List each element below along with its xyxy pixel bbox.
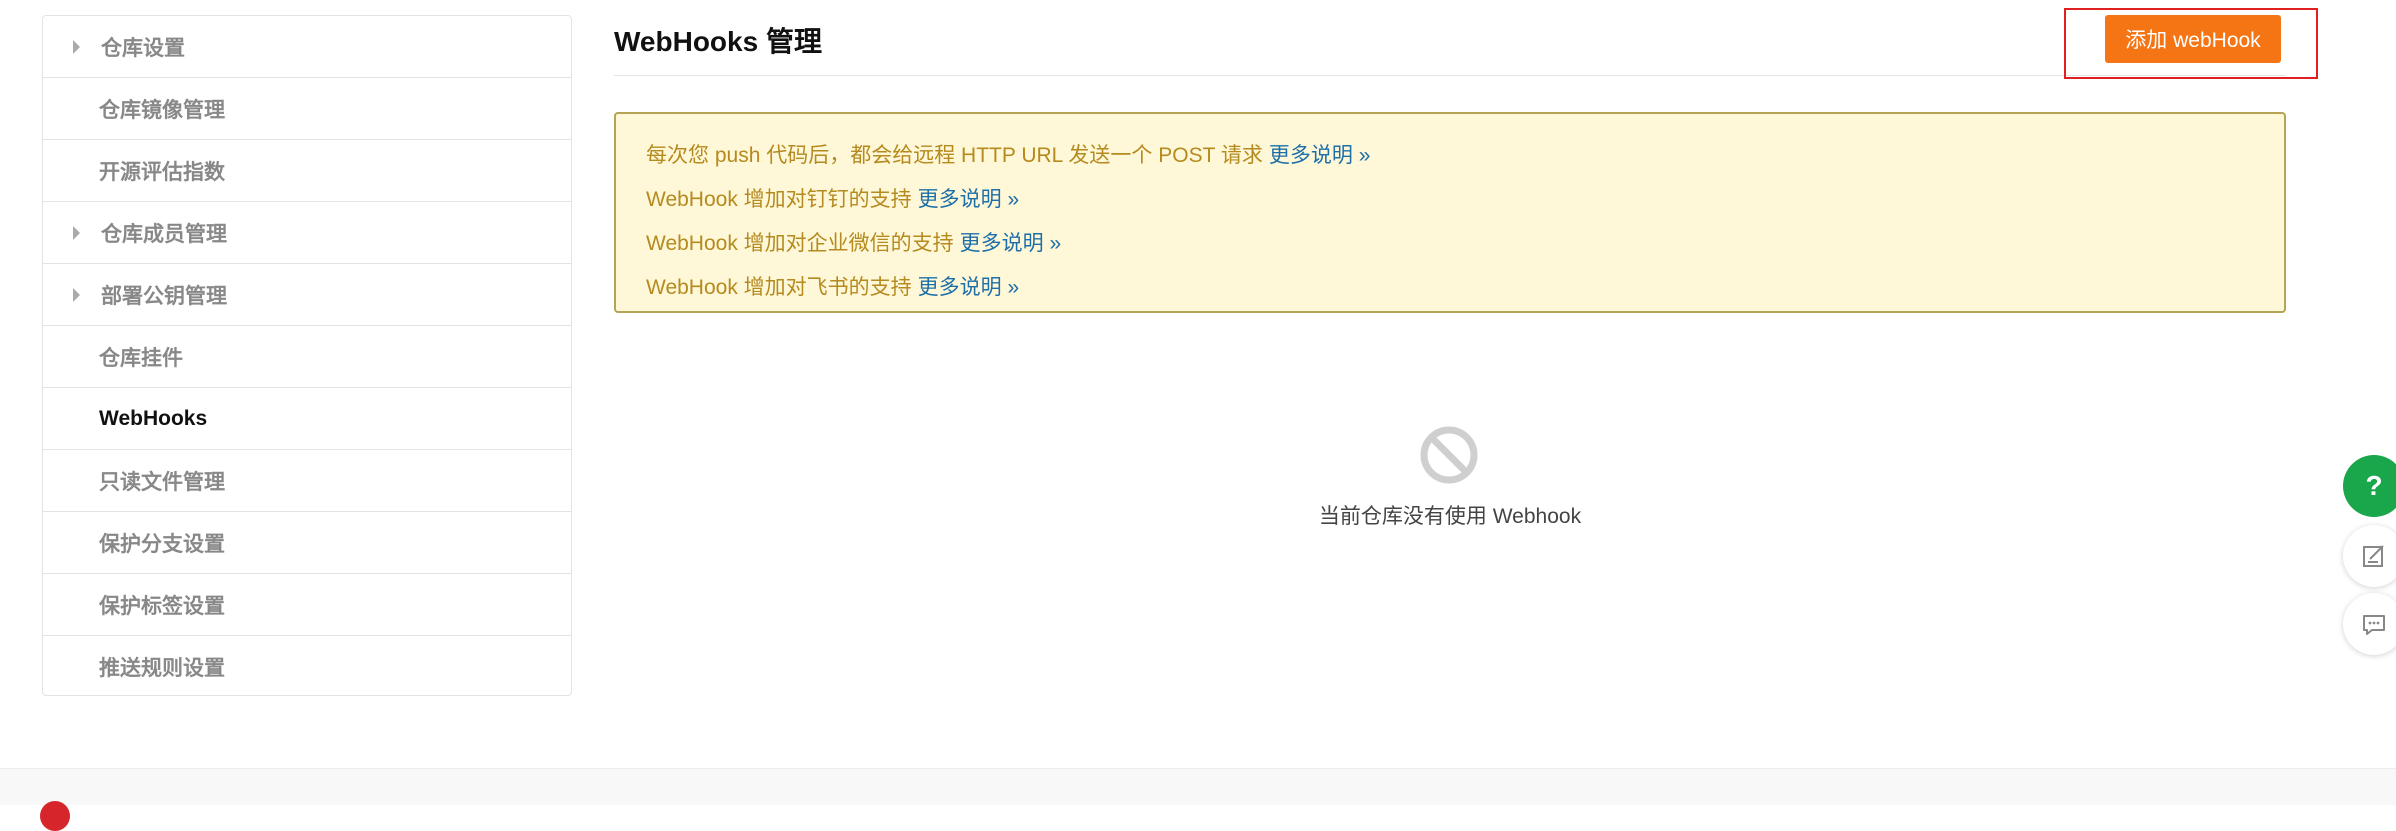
caret-right-icon — [73, 39, 80, 54]
footer-logo-icon — [40, 801, 70, 831]
sidebar-item-label: 保护分支设置 — [99, 532, 225, 556]
notice-text: 每次您 push 代码后，都会给远程 HTTP URL 发送一个 POST 请求 — [646, 144, 1263, 167]
sidebar-item-label: 只读文件管理 — [99, 470, 225, 494]
sidebar-item-label: 部署公钥管理 — [101, 284, 227, 308]
help-icon: ? — [2365, 470, 2383, 501]
notice-text: WebHook 增加对飞书的支持 — [646, 276, 912, 299]
sidebar-item-label: 推送规则设置 — [99, 657, 225, 680]
sidebar-item-oss-evaluation[interactable]: 开源评估指数 — [43, 140, 571, 202]
sidebar-item-label: 仓库挂件 — [99, 346, 183, 370]
sidebar-item-label: 保护标签设置 — [99, 594, 225, 618]
notice-line: WebHook 增加对钉钉的支持 更多说明 » — [646, 176, 2284, 220]
sidebar-item-members[interactable]: 仓库成员管理 — [43, 202, 571, 264]
notice-line: WebHook 增加对企业微信的支持 更多说明 » — [646, 220, 2284, 264]
no-entry-icon — [1420, 426, 1478, 484]
page-title: WebHooks 管理 — [614, 26, 822, 57]
help-button[interactable]: ? — [2343, 455, 2396, 517]
chat-icon — [2363, 615, 2385, 635]
chat-button[interactable] — [2343, 593, 2396, 655]
page-footer — [0, 768, 2396, 831]
header-divider — [614, 75, 2286, 76]
notice-line: WebHook 增加对飞书的支持 更多说明 » — [646, 264, 2284, 308]
caret-right-icon — [73, 225, 80, 240]
sidebar-item-label: 仓库镜像管理 — [99, 98, 225, 122]
caret-right-icon — [73, 287, 80, 302]
empty-state-text: 当前仓库没有使用 Webhook — [1318, 505, 1582, 528]
sidebar-item-deploy-keys[interactable]: 部署公钥管理 — [43, 264, 571, 326]
sidebar-item-label: 仓库成员管理 — [101, 222, 227, 246]
webhook-info-notice: 每次您 push 代码后，都会给远程 HTTP URL 发送一个 POST 请求… — [614, 112, 2286, 313]
sidebar-item-mirror-management[interactable]: 仓库镜像管理 — [43, 78, 571, 140]
sidebar-item-webhooks[interactable]: WebHooks — [43, 388, 571, 450]
more-info-link[interactable]: 更多说明 » — [918, 271, 1020, 301]
add-webhook-button[interactable]: 添加 webHook — [2105, 15, 2281, 63]
sidebar-item-repo-settings[interactable]: 仓库设置 — [43, 16, 571, 78]
sidebar-item-label: 仓库设置 — [101, 36, 185, 60]
notice-text: WebHook 增加对企业微信的支持 — [646, 232, 954, 255]
sidebar-item-protected-branches[interactable]: 保护分支设置 — [43, 512, 571, 574]
sidebar-item-label: WebHooks — [99, 406, 208, 430]
more-info-link[interactable]: 更多说明 » — [918, 183, 1020, 213]
notice-line: 每次您 push 代码后，都会给远程 HTTP URL 发送一个 POST 请求… — [646, 132, 2284, 176]
notice-text: WebHook 增加对钉钉的支持 — [646, 188, 912, 211]
edit-note-icon — [2363, 545, 2384, 567]
sidebar-item-widgets[interactable]: 仓库挂件 — [43, 326, 571, 388]
more-info-link[interactable]: 更多说明 » — [1269, 139, 1371, 169]
sidebar-item-label: 开源评估指数 — [99, 160, 225, 184]
sidebar-item-readonly-files[interactable]: 只读文件管理 — [43, 450, 571, 512]
settings-sidebar: 仓库设置 仓库镜像管理 开源评估指数 仓库成员管理 部署公钥管理 仓库挂件 We… — [42, 15, 572, 696]
sidebar-item-push-rules[interactable]: 推送规则设置 — [43, 636, 571, 698]
feedback-button[interactable] — [2343, 525, 2396, 587]
more-info-link[interactable]: 更多说明 » — [960, 227, 1062, 257]
sidebar-item-protected-tags[interactable]: 保护标签设置 — [43, 574, 571, 636]
